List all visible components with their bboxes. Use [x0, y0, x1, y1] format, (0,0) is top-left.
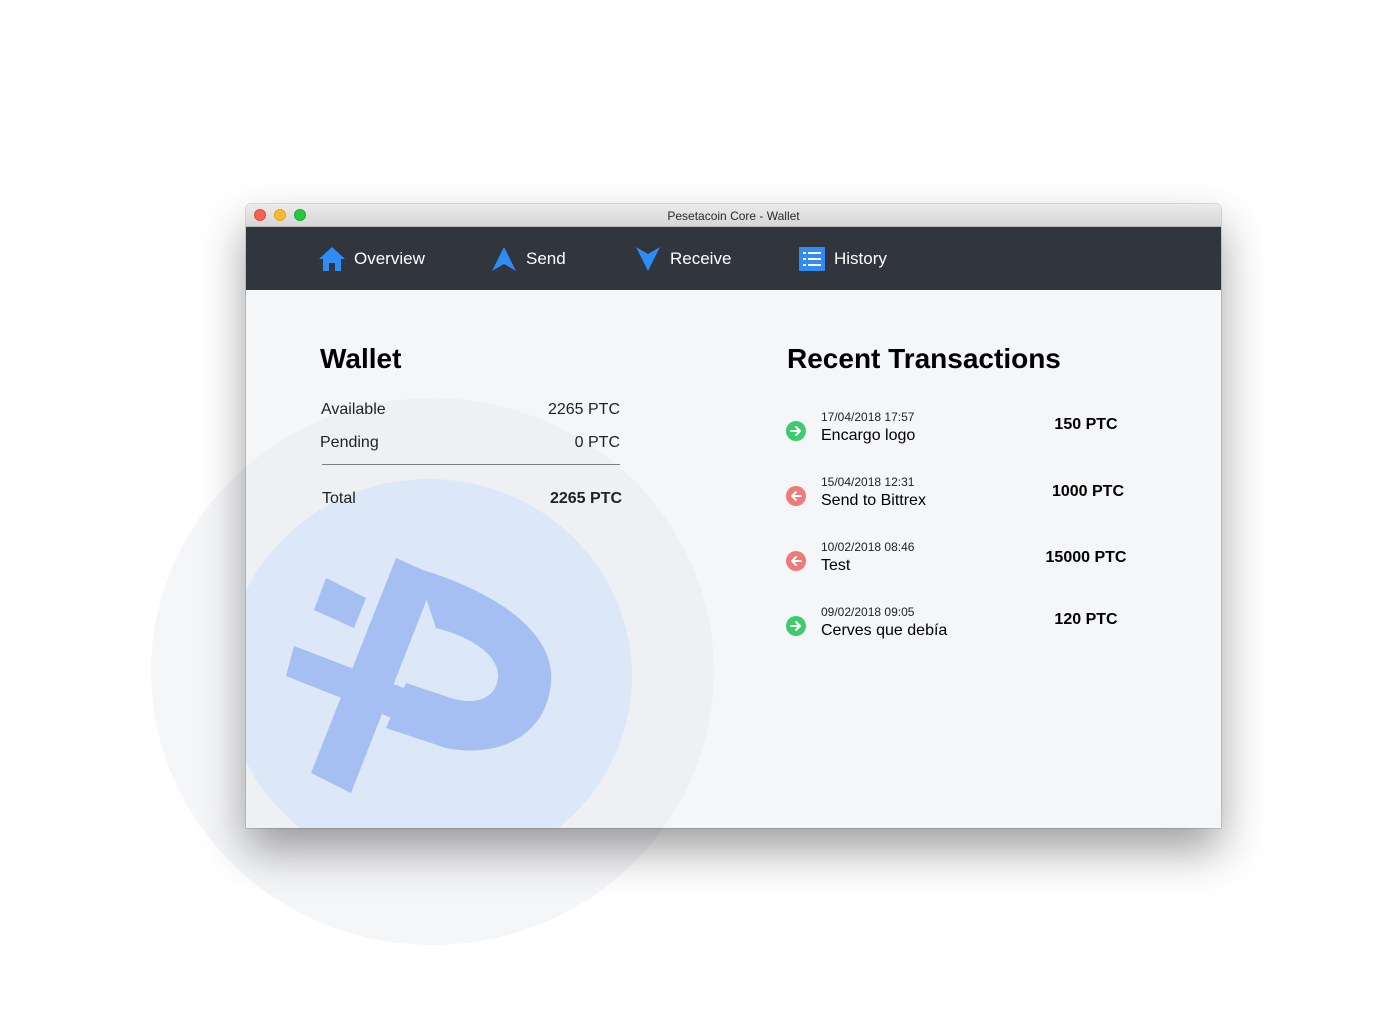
receive-arrow-icon: [634, 245, 662, 273]
pesetacoin-logo-icon: [286, 558, 552, 793]
transaction-row[interactable]: 10/02/2018 08:46 Test 15000 PTC: [786, 540, 1146, 580]
available-value: 2265 PTC: [547, 401, 620, 418]
transaction-amount: 1000 PTC: [1051, 483, 1125, 500]
outgoing-arrow-icon: [786, 551, 806, 571]
wallet-total-row: Total 2265 PTC: [322, 490, 622, 508]
transaction-amount: 15000 PTC: [1045, 549, 1127, 566]
nav-receive-label: Receive: [670, 248, 732, 268]
list-icon: [798, 245, 826, 273]
transaction-date: 10/02/2018 08:46: [821, 540, 915, 554]
transaction-amount: 150 PTC: [1054, 416, 1118, 433]
nav-send[interactable]: Send: [490, 227, 566, 290]
transaction-row[interactable]: 17/04/2018 17:57 Encargo logo 150 PTC: [786, 410, 1146, 450]
nav-receive[interactable]: Receive: [634, 227, 731, 290]
pending-label: Pending: [320, 434, 379, 451]
wallet-available-row: Available 2265 PTC: [321, 401, 620, 419]
transaction-amount: 120 PTC: [1054, 611, 1118, 628]
window-title: Pesetacoin Core - Wallet: [667, 209, 800, 223]
incoming-arrow-icon: [786, 421, 806, 441]
app-window: Pesetacoin Core - Wallet Overview Send R…: [246, 204, 1221, 828]
nav-overview[interactable]: Overview: [318, 227, 425, 290]
wallet-pending-row: Pending 0 PTC: [320, 434, 620, 452]
transaction-row[interactable]: 09/02/2018 09:05 Cerves que debía 120 PT…: [786, 605, 1146, 645]
nav-overview-label: Overview: [354, 248, 425, 268]
transaction-label: Test: [821, 557, 851, 574]
recent-transactions-title: Recent Transactions: [787, 343, 1061, 374]
send-arrow-icon: [490, 245, 518, 273]
transaction-row[interactable]: 15/04/2018 12:31 Send to Bittrex 1000 PT…: [786, 475, 1146, 515]
transaction-date: 09/02/2018 09:05: [821, 605, 915, 619]
stage: Pesetacoin Core - Wallet Overview Send R…: [0, 0, 1376, 1024]
overview-content: Wallet Available 2265 PTC Pending 0 PTC …: [246, 290, 1221, 828]
pending-value: 0 PTC: [574, 434, 620, 451]
transaction-label: Send to Bittrex: [821, 492, 926, 509]
title-bar[interactable]: Pesetacoin Core - Wallet: [246, 204, 1221, 227]
outgoing-arrow-icon: [786, 486, 806, 506]
wallet-divider: [322, 464, 620, 465]
navigation-bar: Overview Send Receive History: [246, 227, 1221, 290]
total-label: Total: [322, 490, 356, 507]
transaction-date: 17/04/2018 17:57: [821, 410, 915, 424]
wallet-title: Wallet: [320, 343, 402, 374]
transaction-label: Cerves que debía: [821, 622, 948, 639]
incoming-arrow-icon: [786, 616, 806, 636]
nav-send-label: Send: [526, 248, 566, 268]
nav-history-label: History: [834, 248, 887, 268]
home-icon: [318, 245, 346, 273]
nav-history[interactable]: History: [798, 227, 887, 290]
transaction-date: 15/04/2018 12:31: [821, 475, 915, 489]
available-label: Available: [321, 401, 386, 418]
total-value: 2265 PTC: [549, 490, 622, 507]
transaction-label: Encargo logo: [821, 427, 916, 444]
